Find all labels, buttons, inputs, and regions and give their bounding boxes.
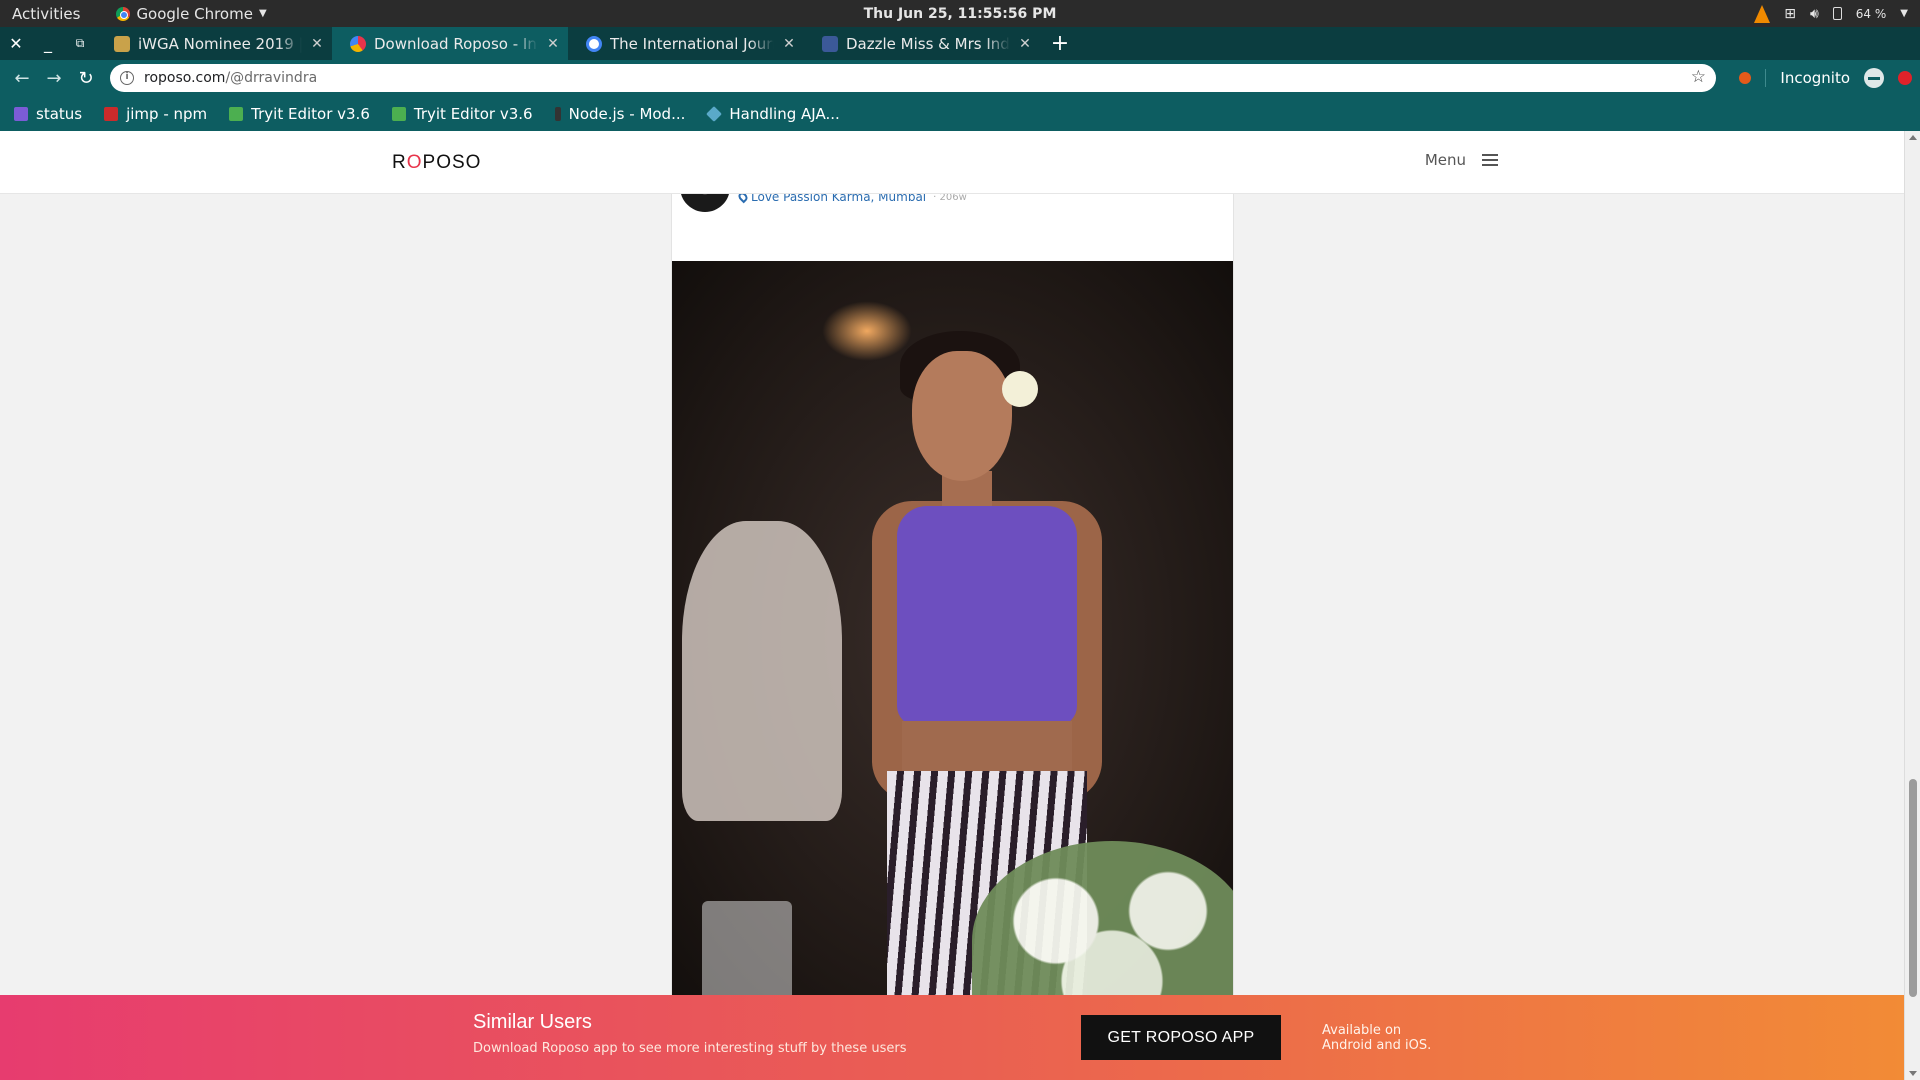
system-top-bar: Activities Google Chrome ▼ Thu Jun 25, 1… (0, 0, 1920, 27)
new-tab-button[interactable]: + (1048, 31, 1072, 56)
tab-roposo[interactable]: Download Roposo - India ✕ (332, 27, 568, 60)
network-icon: ⊞ (1784, 5, 1796, 22)
post-photo[interactable] (672, 261, 1233, 1010)
extension-icon[interactable] (1739, 72, 1752, 84)
light-glow (822, 301, 912, 361)
tab-iwga[interactable]: iWGA Nominee 2019 | Dr U ✕ (96, 27, 332, 60)
address-bar[interactable]: i roposo.com/@drravindra ☆ (110, 64, 1716, 92)
banner-subtitle: Download Roposo app to see more interest… (473, 1041, 907, 1056)
tab-dazzle[interactable]: Dazzle Miss & Mrs India Ur ✕ (804, 27, 1040, 60)
scroll-down-icon[interactable] (1909, 1071, 1917, 1076)
tab-title: The International Journal (610, 34, 774, 53)
w3schools-icon (229, 106, 244, 121)
w3schools-icon (391, 106, 406, 121)
tab-favicon (350, 35, 366, 52)
vertical-scrollbar[interactable] (1904, 131, 1920, 1080)
bookmark-label: status (36, 104, 83, 123)
bookmark-jimp[interactable]: jimp - npm (104, 105, 207, 123)
availability-note: Available on Android and iOS. (1322, 1023, 1431, 1053)
bookmark-label: Node.js - Mod... (568, 104, 686, 123)
incognito-label[interactable]: Incognito (1780, 69, 1850, 87)
banner-title: Similar Users (473, 1011, 592, 1033)
bookmark-tryit-1[interactable]: Tryit Editor v3.6 (229, 105, 370, 123)
restore-window-icon[interactable]: ⧉ (64, 36, 96, 51)
availability-line: Android and iOS. (1322, 1038, 1432, 1053)
purple-top (897, 506, 1077, 726)
background-person (682, 521, 842, 821)
bookmarks-bar: status jimp - npm Tryit Editor v3.6 Tryi… (0, 96, 1920, 131)
cube-icon (706, 105, 723, 122)
list-icon (14, 106, 28, 121)
caret-down-icon: ▼ (1900, 8, 1908, 19)
caret-down-icon: ▼ (258, 8, 267, 19)
close-tab-icon[interactable]: ✕ (782, 36, 796, 52)
tab-journal[interactable]: The International Journal ✕ (568, 27, 804, 60)
roposo-logo[interactable]: ROPOSO (392, 152, 481, 174)
npm-icon (104, 106, 119, 121)
menu-label: Menu (1424, 151, 1466, 169)
bookmark-label: Tryit Editor v3.6 (251, 104, 370, 123)
url-path: /@drravindra (225, 70, 318, 86)
app-menu-label: Google Chrome (136, 4, 253, 23)
info-icon[interactable]: i (120, 71, 134, 85)
facebook-icon (822, 35, 838, 52)
bookmark-label: Handling AJA... (729, 104, 840, 123)
close-tab-icon[interactable]: ✕ (310, 36, 324, 52)
tab-strip: ✕ _ ⧉ iWGA Nominee 2019 | Dr U ✕ Downloa… (0, 27, 1920, 60)
close-window-icon[interactable]: ✕ (0, 34, 32, 53)
battery-icon (1832, 7, 1842, 20)
browser-toolbar: ← → ↻ i roposo.com/@drravindra ☆ Incogni… (0, 60, 1920, 96)
bookmark-nodejs[interactable]: Node.js - Mod... (554, 104, 686, 123)
google-icon (586, 35, 602, 52)
clock[interactable]: Thu Jun 25, 11:55:56 PM (0, 6, 1920, 22)
battery-percent: 64 % (1855, 6, 1887, 21)
get-app-button[interactable]: GET ROPOSO APP (1081, 1015, 1281, 1060)
url-host: roposo.com (144, 70, 226, 86)
similar-users-banner: Similar Users Download Roposo app to see… (0, 995, 1904, 1080)
scrollbar-thumb[interactable] (1909, 779, 1917, 997)
extension-icon[interactable] (1898, 71, 1912, 85)
tab-favicon (114, 35, 130, 52)
tab-title: Download Roposo - India (374, 34, 538, 53)
close-tab-icon[interactable]: ✕ (1018, 36, 1032, 52)
divider (1765, 69, 1767, 87)
tab-title: iWGA Nominee 2019 | Dr U (138, 34, 302, 53)
minimize-window-icon[interactable]: _ (32, 34, 64, 53)
glass (702, 901, 792, 1010)
forward-icon[interactable]: → (38, 68, 70, 89)
volume-icon: 🔊︎ (1809, 5, 1819, 22)
hair-flower (1002, 371, 1038, 407)
back-icon[interactable]: ← (6, 68, 38, 89)
reload-icon[interactable]: ↻ (70, 68, 102, 89)
site-header: ROPOSO Menu (0, 131, 1904, 194)
incognito-icon[interactable] (1864, 68, 1884, 88)
bookmark-status[interactable]: status (14, 105, 82, 123)
menu-button[interactable]: Menu (1425, 151, 1498, 169)
bookmark-star-icon[interactable]: ☆ (1691, 67, 1706, 87)
system-tray[interactable]: ⊞ 🔊︎ 64 % ▼ (1754, 0, 1908, 27)
nodejs-icon (554, 106, 561, 121)
bookmark-label: Tryit Editor v3.6 (413, 104, 533, 123)
bookmark-tryit-2[interactable]: Tryit Editor v3.6 (391, 104, 533, 123)
vlc-icon[interactable] (1754, 4, 1771, 23)
hamburger-icon (1482, 154, 1498, 166)
chrome-icon (116, 6, 131, 21)
subject-face (912, 351, 1012, 481)
scroll-up-icon[interactable] (1909, 135, 1917, 140)
bookmark-label: jimp - npm (126, 104, 208, 123)
close-tab-icon[interactable]: ✕ (546, 36, 560, 52)
bookmark-ajax[interactable]: Handling AJA... (706, 104, 840, 123)
activities-button[interactable]: Activities (12, 5, 80, 23)
tab-title: Dazzle Miss & Mrs India Ur (846, 34, 1010, 53)
toolbar-right: Incognito (1739, 60, 1912, 96)
post-card: Love Passion Karma, Mumbai · 206w ♥ ▪ ➦ (671, 161, 1234, 1022)
app-menu[interactable]: Google Chrome ▼ (116, 4, 267, 23)
availability-line: Available on (1322, 1023, 1402, 1038)
page-viewport[interactable]: ROPOSO Menu Love Passion Karma, Mumbai ·… (0, 131, 1920, 1080)
